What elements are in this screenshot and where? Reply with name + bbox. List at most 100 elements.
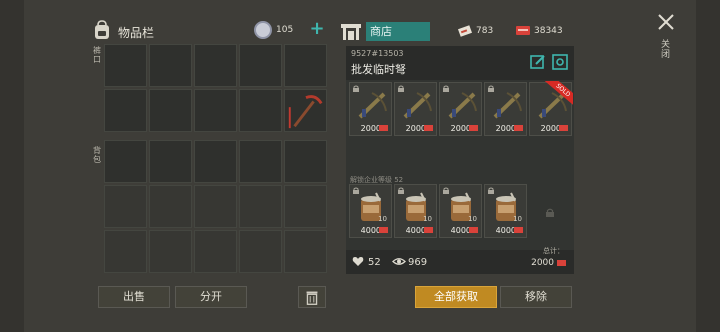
item-price: 2000 [540, 124, 561, 133]
card-icon [514, 125, 523, 131]
backpack-slot[interactable] [239, 140, 282, 183]
backpack-label: 背包 [93, 146, 101, 164]
card-count: 38343 [534, 26, 563, 36]
ticket-count: 783 [476, 26, 494, 36]
crossbow-icon [493, 92, 522, 119]
shop-panel: 9527#13503 批发临时弩 2000 2000 2000 2000 SOL… [346, 46, 574, 274]
get-all-button[interactable]: 全部获取 [415, 286, 497, 308]
eye-icon [392, 258, 406, 265]
item-price: 2000 [360, 124, 381, 133]
card-icon [557, 260, 566, 266]
pocket-slot[interactable] [194, 44, 237, 87]
card-icon [379, 227, 388, 233]
lock-icon [546, 208, 554, 217]
item-price: 2000 [495, 124, 516, 133]
trash-button[interactable] [298, 286, 326, 308]
right-frame [696, 0, 720, 332]
shop-header: 商店 783 38343 [340, 20, 576, 44]
backpack-slot[interactable] [104, 230, 147, 273]
pocket-grid [104, 44, 327, 132]
shop-item-canned-food[interactable]: 10 4000 [349, 184, 392, 238]
item-quantity: 10 [513, 215, 522, 223]
inventory-title: 物品栏 [118, 26, 155, 40]
coin-icon [254, 21, 272, 39]
pocket-slot[interactable] [239, 44, 282, 87]
backpack-slot[interactable] [149, 185, 192, 228]
crossbow-icon [403, 92, 432, 119]
view-count: 969 [408, 257, 428, 268]
card-icon [516, 26, 530, 35]
crossbow-icon [358, 92, 387, 119]
shop-footer: 52 969 总计： 2000 [346, 247, 574, 274]
backpack-slot[interactable] [239, 185, 282, 228]
add-coins-button[interactable]: + [308, 19, 326, 39]
heart-icon[interactable] [352, 256, 364, 267]
inventory-header: 物品栏 105 + [92, 18, 332, 44]
sold-ribbon: SOLD [545, 81, 573, 109]
backpack-slot[interactable] [284, 185, 327, 228]
pocket-slot[interactable] [149, 44, 192, 87]
backpack-slot[interactable] [239, 230, 282, 273]
stall-name: 批发临时弩 [351, 63, 406, 76]
backpack-slot[interactable] [104, 140, 147, 183]
stall-id: 9527#13503 [351, 49, 404, 58]
sell-button[interactable]: 出售 [98, 286, 170, 308]
gear-icon[interactable] [552, 54, 568, 70]
card-icon [424, 125, 433, 131]
item-price: 2000 [450, 124, 471, 133]
pocket-slot[interactable] [104, 44, 147, 87]
pocket-slot[interactable] [149, 89, 192, 132]
pocket-slot[interactable] [284, 44, 327, 87]
item-price: 4000 [450, 226, 471, 235]
item-quantity: 10 [423, 215, 432, 223]
ticket-icon [458, 25, 472, 37]
remove-button[interactable]: 移除 [500, 286, 572, 308]
shop-item-crossbow[interactable]: 2000 [349, 82, 392, 136]
pocket-slot[interactable] [239, 89, 282, 132]
pocket-label: 裤口 [93, 46, 101, 64]
pocket-slot[interactable] [194, 89, 237, 132]
backpack-slot[interactable] [284, 140, 327, 183]
card-icon [469, 227, 478, 233]
total-label: 总计： [543, 247, 564, 255]
tab-shop[interactable]: 商店 [366, 22, 430, 41]
backpack-slot[interactable] [194, 230, 237, 273]
card-icon [559, 125, 568, 131]
card-icon [514, 227, 523, 233]
shop-item-crossbow[interactable]: 2000 [439, 82, 482, 136]
close-label[interactable]: 关闭 [661, 40, 671, 60]
card-icon [469, 125, 478, 131]
backpack-slot[interactable] [194, 185, 237, 228]
backpack-slot[interactable] [149, 230, 192, 273]
item-price: 2000 [405, 124, 426, 133]
item-quantity: 10 [378, 215, 387, 223]
pocket-slot[interactable] [104, 89, 147, 132]
coin-count: 105 [276, 25, 294, 35]
close-icon [658, 14, 674, 30]
shop-items-area: 2000 2000 2000 2000 SOLD 2000 解锁企业等级 52 … [346, 80, 574, 250]
shop-item-canned-food[interactable]: 10 4000 [439, 184, 482, 238]
backpack-slot[interactable] [284, 230, 327, 273]
backpack-slot[interactable] [149, 140, 192, 183]
shop-item-canned-food[interactable]: 10 4000 [484, 184, 527, 238]
shop-item-crossbow[interactable]: 2000 [394, 82, 437, 136]
card-icon [424, 227, 433, 233]
total-value: 2000 [531, 258, 554, 268]
left-frame [0, 0, 24, 332]
close-button[interactable] [657, 13, 675, 31]
shop-item-crossbow-sold[interactable]: SOLD 2000 [529, 81, 573, 136]
shop-item-canned-food[interactable]: 10 4000 [394, 184, 437, 238]
item-price: 4000 [405, 226, 426, 235]
crossbow-icon [448, 92, 477, 119]
edit-icon[interactable] [530, 54, 546, 70]
trash-icon [306, 291, 318, 305]
split-button[interactable]: 分开 [175, 286, 247, 308]
backpack-slot[interactable] [194, 140, 237, 183]
pocket-slot-pickaxe[interactable] [284, 89, 327, 132]
item-quantity: 10 [468, 215, 477, 223]
backpack-icon [95, 20, 109, 39]
shop-item-crossbow[interactable]: 2000 [484, 82, 527, 136]
backpack-slot[interactable] [104, 185, 147, 228]
like-count: 52 [368, 257, 381, 268]
item-price: 4000 [360, 226, 381, 235]
